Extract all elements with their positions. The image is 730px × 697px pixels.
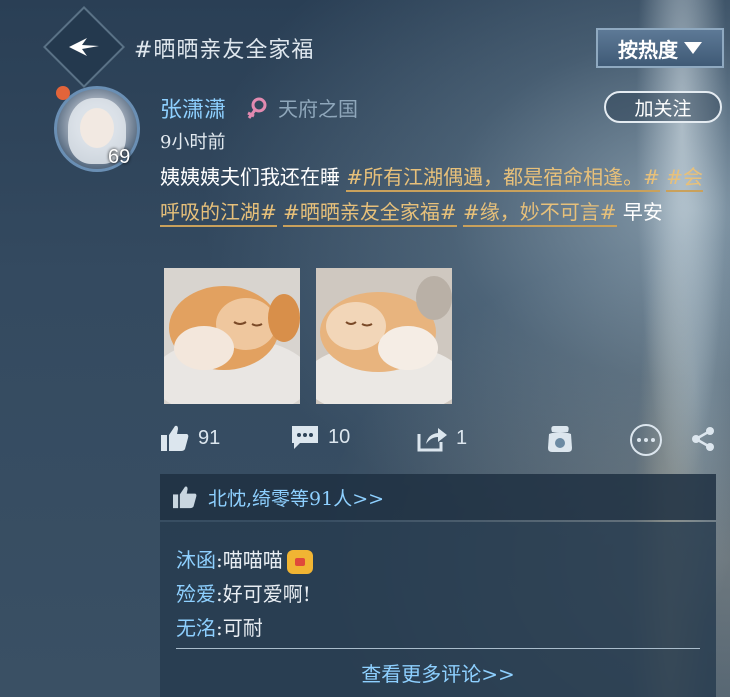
- comment-item[interactable]: 沐函:喵喵喵: [176, 544, 313, 574]
- comments-panel: 沐函:喵喵喵 殓爱:好可爱啊! 无洺:可耐 查看更多评论>>: [160, 522, 716, 697]
- comment-text: 可耐: [222, 616, 263, 640]
- follow-button[interactable]: 加关注: [604, 91, 722, 123]
- like-button[interactable]: 91: [160, 424, 220, 452]
- comment-author[interactable]: 无洺: [176, 616, 216, 640]
- thumbs-up-icon: [161, 425, 189, 451]
- repost-button[interactable]: 1: [416, 424, 467, 452]
- sort-label: 按热度: [618, 37, 678, 62]
- comment-bubble-icon: [292, 426, 318, 449]
- view-more-comments-link[interactable]: 查看更多评论>>: [160, 658, 716, 687]
- share-icon[interactable]: [690, 426, 716, 452]
- post-photo[interactable]: [316, 268, 452, 404]
- post-time: 9小时前: [160, 132, 226, 153]
- topic-title: #晒晒亲友全家福: [134, 38, 315, 63]
- back-arrow-icon: [69, 38, 99, 56]
- divider: [176, 648, 700, 649]
- comment-separator: :: [216, 548, 223, 572]
- post-text-intro: 姨姨姨夫们我还在睡: [160, 165, 347, 189]
- dot-icon: [644, 438, 648, 442]
- comment-author[interactable]: 沐函: [176, 548, 216, 572]
- comment-separator: :: [216, 616, 223, 640]
- triangle-down-icon: [684, 42, 702, 54]
- post-text-outro: 早安: [622, 200, 663, 224]
- flame-icon: [56, 86, 70, 100]
- avatar-face: [80, 108, 114, 148]
- likes-summary[interactable]: 北忱,绮零等91人>>: [160, 474, 716, 520]
- like-count: 91: [198, 426, 221, 449]
- comment-count: 10: [328, 425, 351, 448]
- server-name: 天府之国: [278, 97, 358, 121]
- comment-item[interactable]: 无洺:可耐: [176, 612, 263, 641]
- post-content: 姨姨姨夫们我还在睡 #所有江湖偶遇，都是宿命相逢。# #会呼吸的江湖# #晒晒亲…: [160, 160, 708, 230]
- likes-summary-text: 北忱,绮零等91人>>: [208, 487, 385, 510]
- repost-icon: [417, 428, 447, 452]
- dot-icon: [637, 438, 641, 442]
- post-photo[interactable]: [164, 268, 300, 404]
- sort-dropdown[interactable]: 按热度: [596, 28, 724, 68]
- gift-bag-icon[interactable]: [544, 422, 576, 454]
- female-gender-icon: [247, 97, 267, 119]
- cat-photo-image: [316, 268, 452, 404]
- more-options-button[interactable]: [630, 424, 662, 456]
- hashtag-link[interactable]: #晒晒亲友全家福#: [283, 200, 457, 227]
- comment-separator: :: [216, 582, 223, 606]
- comment-author[interactable]: 殓爱: [176, 582, 216, 606]
- dot-icon: [651, 438, 655, 442]
- author-name[interactable]: 张潇潇: [160, 92, 226, 124]
- hashtag-link[interactable]: #所有江湖偶遇，都是宿命相逢。#: [346, 165, 660, 192]
- comment-item[interactable]: 殓爱:好可爱啊!: [176, 578, 311, 607]
- comment-button[interactable]: 10: [290, 424, 350, 450]
- thumbs-up-icon: [173, 486, 197, 509]
- gift-emoji-icon: [286, 549, 313, 574]
- cat-photo-image: [164, 268, 300, 404]
- comment-text: 喵喵喵: [222, 548, 283, 572]
- level-badge: 69: [108, 146, 131, 168]
- repost-count: 1: [456, 426, 468, 449]
- hashtag-link[interactable]: #缘，妙不可言#: [463, 200, 617, 227]
- comment-text: 好可爱啊!: [222, 582, 311, 606]
- avatar[interactable]: 69: [54, 86, 146, 172]
